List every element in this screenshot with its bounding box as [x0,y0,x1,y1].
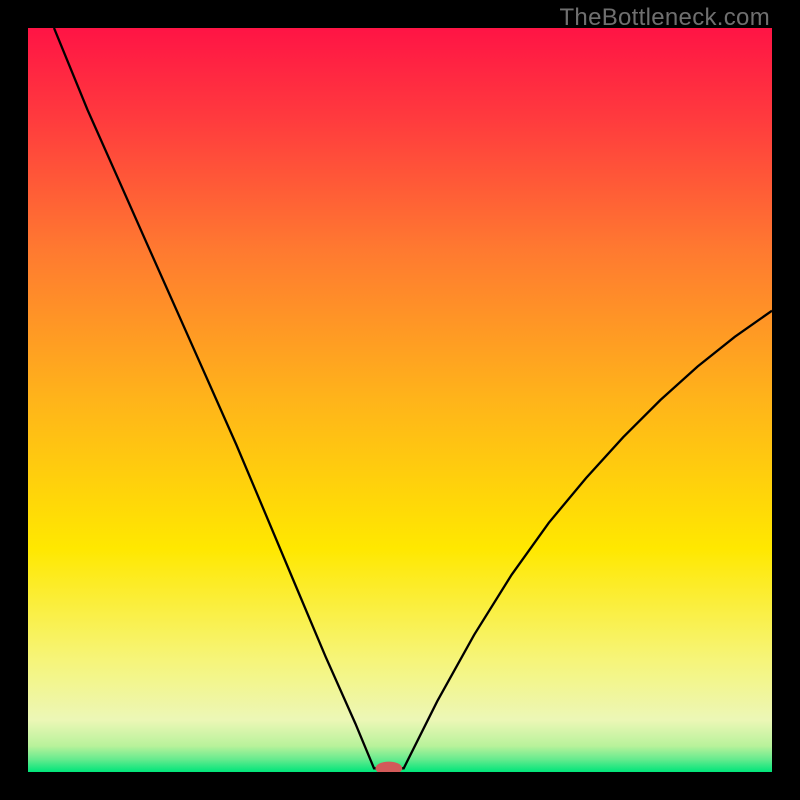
plot-area [28,28,772,772]
chart-svg [28,28,772,772]
chart-frame: TheBottleneck.com [0,0,800,800]
